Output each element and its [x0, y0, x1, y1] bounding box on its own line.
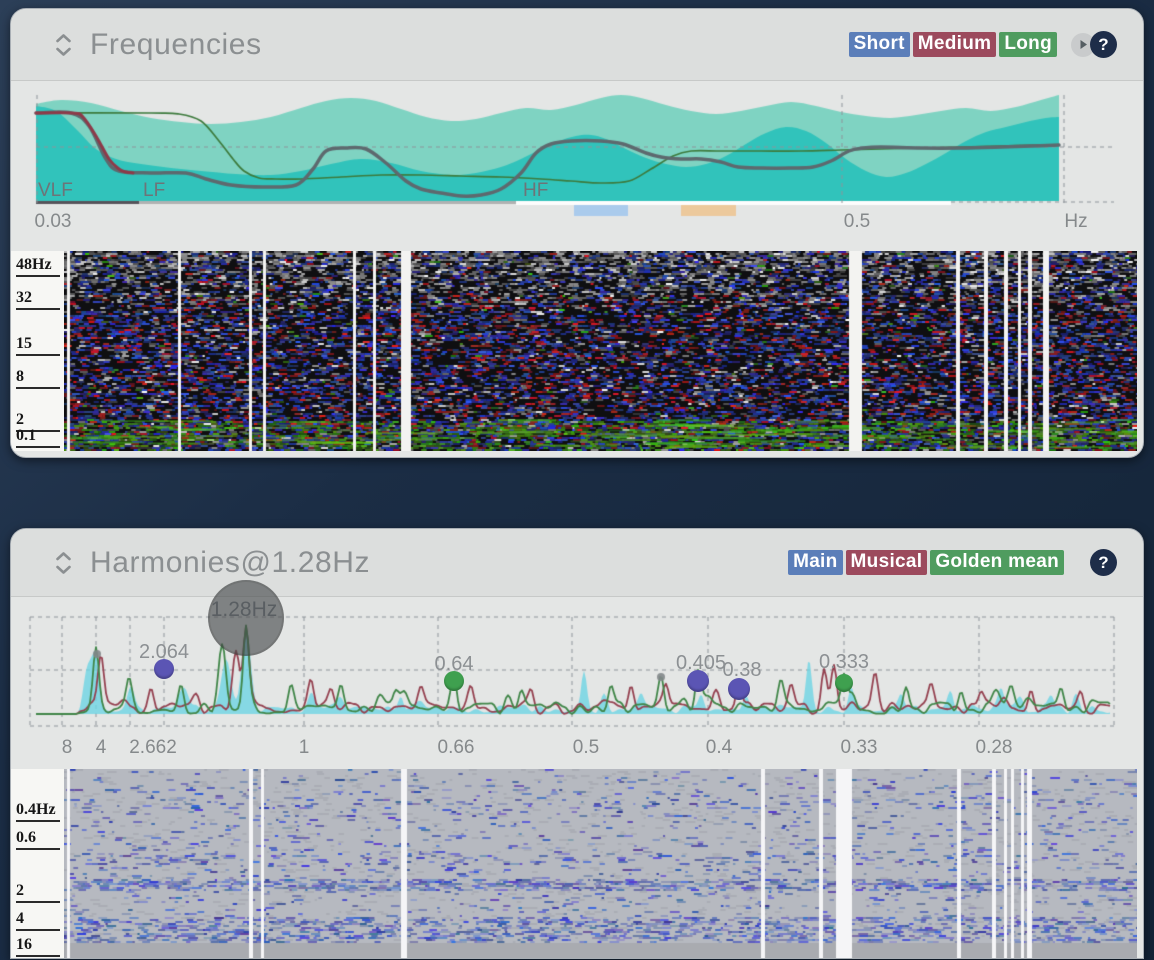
harm-spec-ylabel-3: 4: [16, 910, 60, 931]
harmonies-spectrogram-axis: 0.4Hz 0.6 2 4 16: [11, 769, 64, 958]
harm-x-tick-7: 0.33: [819, 737, 899, 759]
freq-spec-ylabel-5: 0.1: [16, 427, 60, 448]
selected-peak-label: 1.28Hz: [199, 598, 289, 622]
band-label-hf: HF: [523, 180, 548, 202]
frequencies-chart[interactable]: [11, 81, 1144, 241]
freq-spec-ylabel-2: 15: [16, 335, 60, 356]
legend-medium[interactable]: Medium: [913, 32, 997, 57]
peak-label-0.333: 0.333: [799, 651, 889, 674]
harmonies-spectrogram[interactable]: [64, 769, 1137, 958]
frequencies-panel: Frequencies Short Medium Long ? VLF LF HF …: [10, 8, 1144, 458]
legend-musical[interactable]: Musical: [846, 550, 928, 575]
legend-short[interactable]: Short: [849, 32, 910, 57]
harm-x-tick-5: 0.5: [546, 737, 626, 759]
legend-main[interactable]: Main: [788, 550, 842, 575]
collapse-toggle-icon[interactable]: [55, 33, 72, 57]
frequencies-title: Frequencies: [90, 28, 262, 62]
harm-spec-ylabel-4: 16: [16, 936, 60, 957]
peak-label-2.064: 2.064: [119, 641, 209, 664]
play-icon: [1079, 39, 1088, 50]
frequencies-chart-area: VLF LF HF 0.03 0.5 Hz: [11, 81, 1144, 241]
x-tick-freq-tick-0: 0.03: [13, 211, 93, 233]
peak-label-0.64: 0.64: [409, 653, 499, 676]
harm-x-tick-2: 2.662: [113, 737, 193, 759]
peak-label-0.38: 0.38: [697, 659, 787, 682]
freq-spec-ylabel-1: 32: [16, 289, 60, 310]
x-tick-freq-tick-1: 0.5: [817, 211, 897, 233]
harm-x-tick-8: 0.28: [954, 737, 1034, 759]
harmonies-header[interactable]: Harmonies@1.28Hz Main Musical Golden mea…: [11, 529, 1143, 597]
harm-spec-ylabel-2: 2: [16, 882, 60, 903]
harm-x-tick-6: 0.4: [679, 737, 759, 759]
harmonies-title: Harmonies@1.28Hz: [90, 546, 370, 580]
harm-x-tick-4: 0.66: [416, 737, 496, 759]
legend-long[interactable]: Long: [999, 32, 1057, 57]
freq-spec-ylabel-0: 48Hz: [16, 256, 60, 277]
app-background: Frequencies Short Medium Long ? VLF LF HF …: [0, 0, 1154, 960]
harm-spec-ylabel-1: 0.6: [16, 829, 60, 850]
frequencies-help-button[interactable]: ?: [1090, 31, 1117, 58]
frequencies-header[interactable]: Frequencies Short Medium Long ?: [11, 9, 1143, 81]
harmonies-help-button[interactable]: ?: [1090, 549, 1117, 576]
harm-spec-ylabel-0: 0.4Hz: [16, 801, 60, 822]
legend-golden-mean[interactable]: Golden mean: [930, 550, 1064, 575]
frequencies-spectrogram[interactable]: [64, 251, 1137, 451]
frequencies-spectrogram-axis: 48Hz3215820.1: [11, 251, 64, 451]
band-label-vlf: VLF: [38, 180, 73, 202]
harm-x-tick-3: 1: [264, 737, 344, 759]
freq-spec-ylabel-3: 8: [16, 368, 60, 389]
band-label-lf: LF: [143, 180, 165, 202]
harmonies-legend: Main Musical Golden mean ?: [785, 549, 1117, 576]
harmonies-panel: Harmonies@1.28Hz Main Musical Golden mea…: [10, 528, 1144, 959]
frequencies-legend: Short Medium Long ?: [846, 31, 1117, 58]
collapse-toggle-icon[interactable]: [55, 551, 72, 575]
peak-dot-0.333[interactable]: [835, 674, 853, 692]
harmonies-chart-area: 1.28Hz2.0640.640.4050.380.333 842.66210.…: [11, 597, 1144, 769]
x-tick-freq-tick-2: Hz: [1036, 211, 1116, 233]
